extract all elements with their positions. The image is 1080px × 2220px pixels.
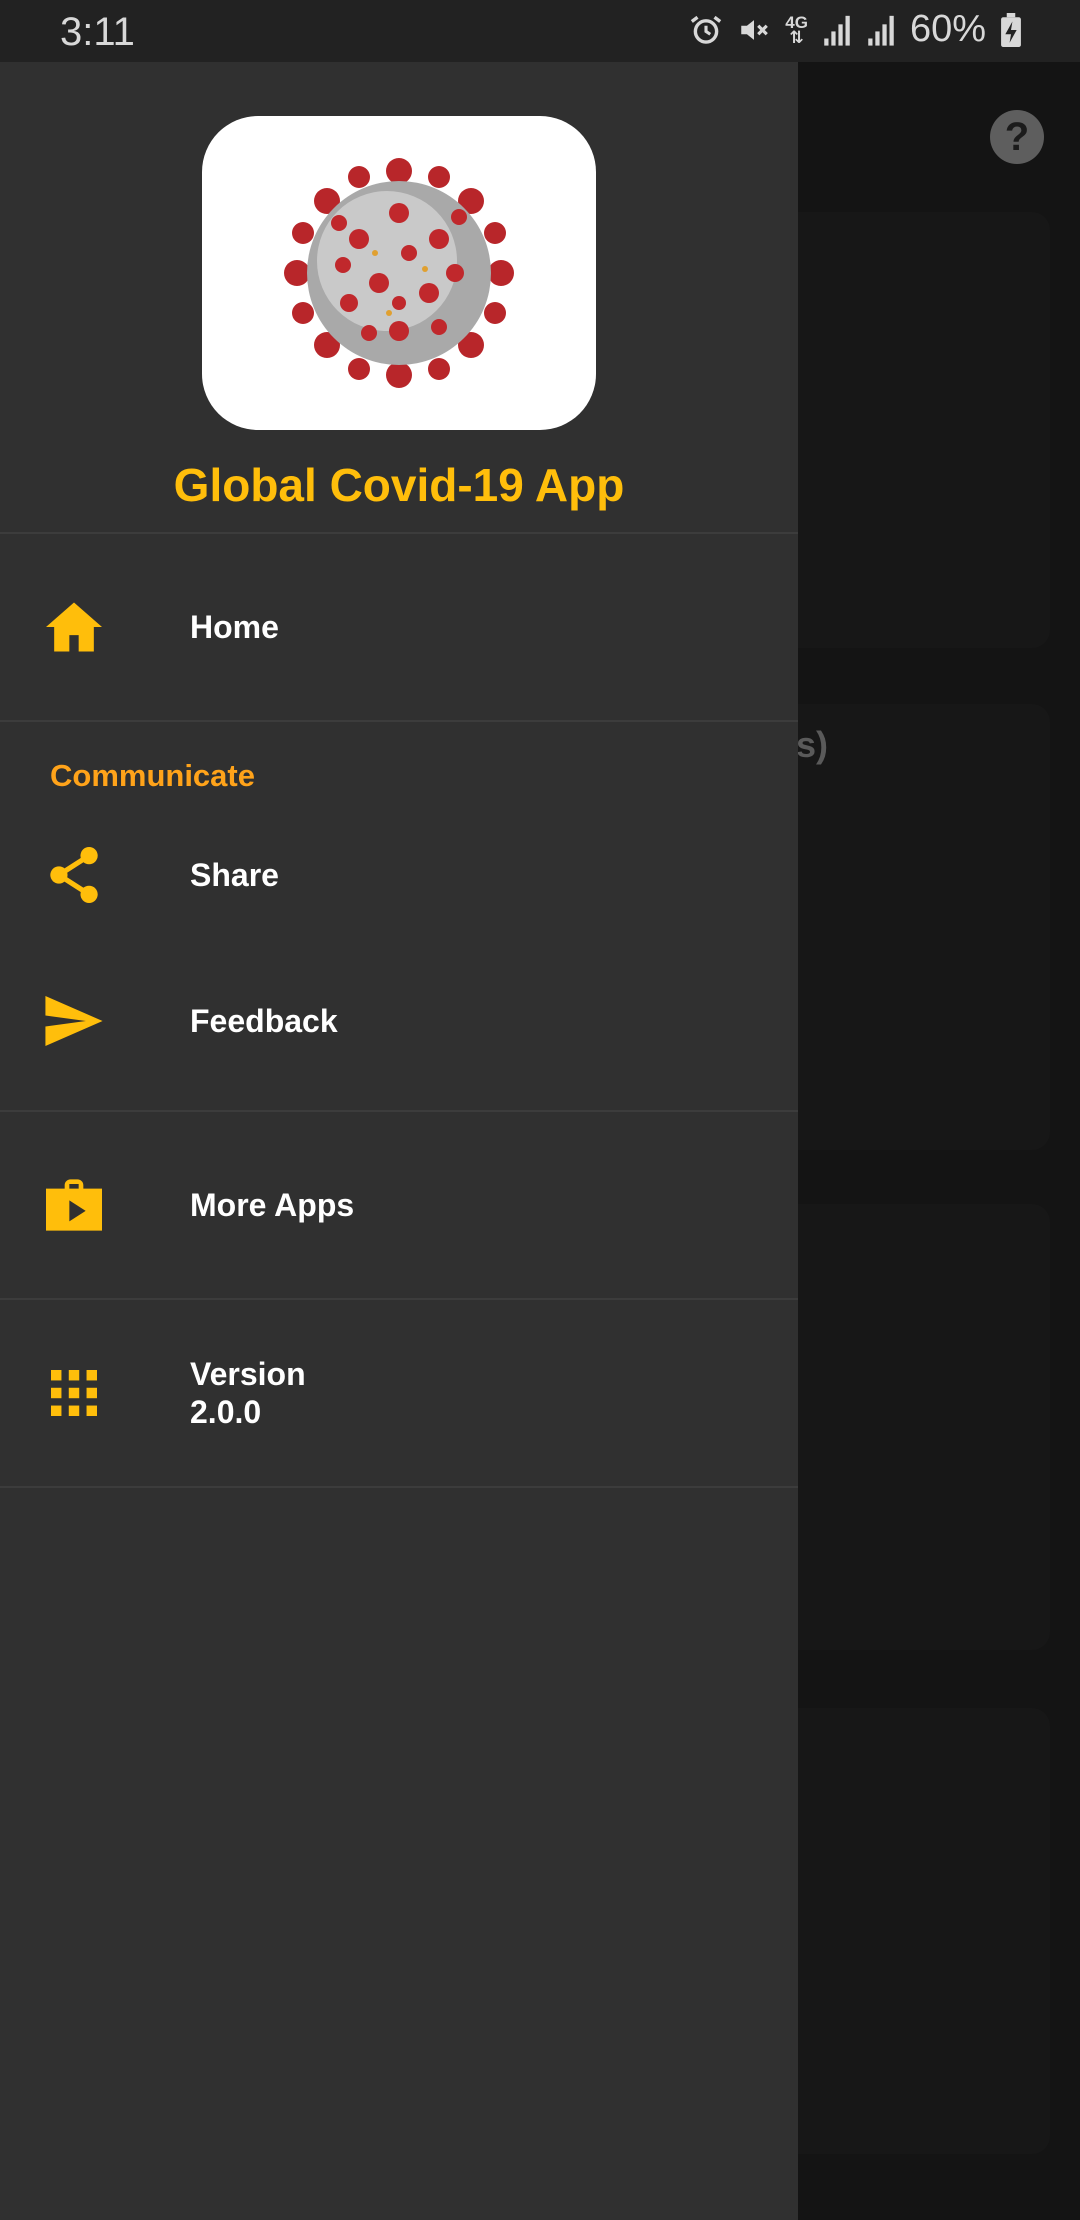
share-icon bbox=[44, 845, 104, 905]
version-number: 2.0.0 bbox=[190, 1394, 262, 1430]
status-icons: 4G ⇅ 60% bbox=[689, 8, 1022, 51]
background-partial-text: s) bbox=[796, 724, 829, 765]
menu-item-more-apps[interactable]: More Apps bbox=[0, 1112, 798, 1298]
send-icon bbox=[44, 991, 104, 1051]
menu-label-share: Share bbox=[190, 857, 279, 893]
battery-charging-icon bbox=[1001, 12, 1021, 47]
home-icon bbox=[44, 597, 104, 657]
menu-item-version: Version 2.0.0 bbox=[0, 1300, 798, 1486]
menu-item-feedback[interactable]: Feedback bbox=[0, 948, 798, 1094]
store-icon bbox=[44, 1175, 104, 1235]
menu-label-more-apps: More Apps bbox=[190, 1187, 355, 1223]
version-label: Version bbox=[190, 1356, 306, 1392]
alarm-icon bbox=[691, 15, 722, 44]
status-time: 3:11 bbox=[60, 10, 135, 54]
app-title: Global Covid-19 App bbox=[173, 459, 625, 511]
network-type: 4G ⇅ bbox=[785, 12, 808, 47]
drawer-header: Global Covid-19 App bbox=[0, 62, 798, 534]
version-info: Version 2.0.0 bbox=[190, 1355, 306, 1431]
apps-grid-icon bbox=[44, 1363, 104, 1423]
menu-label-home: Home bbox=[190, 609, 279, 645]
coronavirus-icon bbox=[284, 158, 514, 388]
help-icon[interactable]: ? bbox=[990, 110, 1044, 164]
menu-item-share[interactable]: Share bbox=[0, 802, 798, 948]
divider bbox=[0, 1486, 798, 1488]
background-card bbox=[770, 1204, 1050, 1650]
background-card bbox=[770, 704, 1050, 1150]
battery-percentage: 60% bbox=[909, 8, 986, 50]
navigation-drawer: Global Covid-19 App Home Communicate Sha… bbox=[0, 62, 798, 2220]
mute-icon bbox=[741, 19, 769, 40]
signal-icon bbox=[824, 15, 850, 46]
background-card bbox=[770, 1708, 1050, 2154]
signal-icon bbox=[868, 15, 894, 46]
background-card bbox=[770, 212, 1050, 648]
menu-item-home[interactable]: Home bbox=[0, 534, 798, 720]
status-bar: 3:11 4G ⇅ 60% bbox=[0, 0, 1080, 62]
app-logo bbox=[202, 116, 596, 430]
menu-label-feedback: Feedback bbox=[190, 1003, 338, 1039]
section-header-communicate: Communicate bbox=[50, 758, 255, 793]
